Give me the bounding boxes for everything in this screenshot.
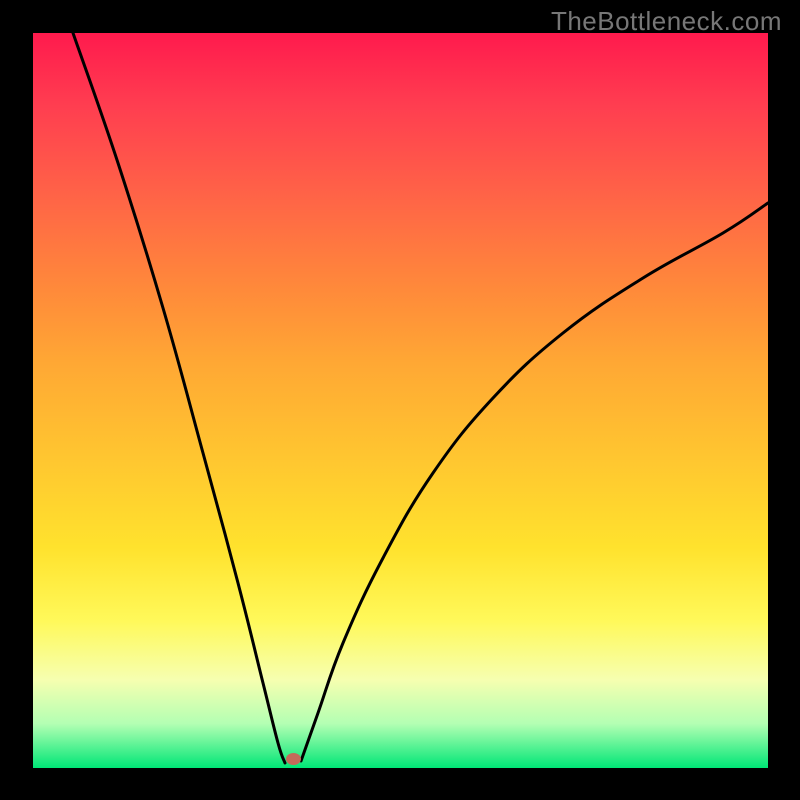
curve-right-arm — [301, 203, 768, 761]
optimum-point-icon — [286, 753, 301, 765]
watermark-text: TheBottleneck.com — [551, 6, 782, 37]
curve-svg — [33, 33, 768, 768]
curve-left-arm — [73, 33, 285, 763]
chart-container: TheBottleneck.com — [0, 0, 800, 800]
